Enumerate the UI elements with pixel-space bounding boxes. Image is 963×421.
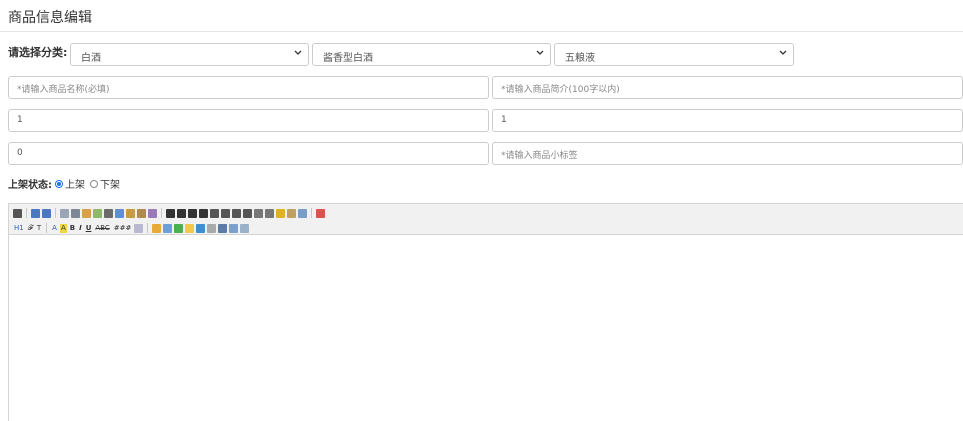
toolbar-separator <box>147 223 149 233</box>
title-divider <box>0 31 963 32</box>
status-option-off[interactable]: 下架 <box>90 176 120 191</box>
align-center-icon[interactable] <box>177 208 186 218</box>
toolbar-separator <box>311 208 312 218</box>
paste-icon[interactable] <box>126 208 135 218</box>
chevron-down-icon <box>294 50 302 55</box>
status-off-label: 下架 <box>100 180 120 191</box>
unordered-list-icon[interactable] <box>221 208 230 218</box>
listing-status-label: 上架状态: <box>8 180 52 191</box>
ordered-list-icon[interactable] <box>210 208 219 218</box>
toolbar-row-2: H1 𝓕 T A A B I U ABC ### <box>13 222 963 234</box>
code-icon[interactable] <box>93 208 102 218</box>
grid-button[interactable]: ### <box>113 224 133 233</box>
font-size-button[interactable]: T <box>36 224 42 233</box>
source-icon[interactable] <box>13 208 22 218</box>
chevron-down-icon <box>779 50 787 55</box>
fullscreen-icon[interactable] <box>316 208 325 218</box>
toolbar-separator <box>46 223 48 233</box>
image-icon[interactable] <box>152 223 162 233</box>
cursor-icon[interactable] <box>298 208 307 218</box>
bold-button[interactable]: B <box>69 224 76 233</box>
chevron-down-icon <box>536 50 544 55</box>
product-name-input[interactable]: *请输入商品名称(必填) <box>8 76 489 99</box>
font-color-button[interactable]: A <box>51 224 58 233</box>
category-label: 请选择分类: <box>8 46 68 59</box>
category-select-level3-value: 五粮液 <box>565 53 595 64</box>
anchor-icon[interactable] <box>218 223 228 233</box>
preview-icon[interactable] <box>60 208 69 218</box>
paste-text-icon[interactable] <box>137 208 146 218</box>
listing-status-row: 上架状态: 上架 下架 <box>8 176 125 191</box>
category-select-level1[interactable]: 白酒 <box>70 43 309 66</box>
category-select-level1-value: 白酒 <box>81 53 101 64</box>
align-right-icon[interactable] <box>188 208 197 218</box>
product-tag-input[interactable]: *请输入商品小标签 <box>492 142 963 165</box>
radio-selected-icon[interactable] <box>55 179 63 188</box>
product-field-a-input[interactable]: 1 <box>8 109 489 132</box>
editor-content-area[interactable] <box>9 235 963 421</box>
align-justify-icon[interactable] <box>199 208 208 218</box>
undo-icon[interactable] <box>31 208 40 218</box>
superscript-icon[interactable] <box>265 208 274 218</box>
category-select-level2-value: 酱香型白酒 <box>323 53 373 64</box>
horizontal-rule-icon[interactable] <box>207 223 217 233</box>
emoji-icon[interactable] <box>185 223 195 233</box>
product-intro-input[interactable]: *请输入商品简介(100字以内) <box>492 76 963 99</box>
category-select-level2[interactable]: 酱香型白酒 <box>312 43 551 66</box>
editor-toolbar: H1 𝓕 T A A B I U ABC ### <box>9 204 963 235</box>
table-icon[interactable] <box>163 223 173 233</box>
outdent-icon[interactable] <box>243 208 252 218</box>
status-option-on[interactable]: 上架 <box>55 176 85 191</box>
eraser-icon[interactable] <box>134 223 144 233</box>
category-select-level3[interactable]: 五粮液 <box>554 43 794 66</box>
flash-icon[interactable] <box>174 223 184 233</box>
select-all-icon[interactable] <box>287 208 296 218</box>
link-icon[interactable] <box>229 223 239 233</box>
subscript-icon[interactable] <box>254 208 263 218</box>
radio-unselected-icon[interactable] <box>90 179 98 188</box>
redo-icon[interactable] <box>42 208 51 218</box>
media-icon[interactable] <box>196 223 206 233</box>
unlink-icon[interactable] <box>240 223 250 233</box>
clear-format-icon[interactable] <box>276 208 285 218</box>
copy-icon[interactable] <box>115 208 124 218</box>
paste-word-icon[interactable] <box>148 208 157 218</box>
font-family-button[interactable]: 𝓕 <box>27 224 34 233</box>
cut-icon[interactable] <box>104 208 113 218</box>
toolbar-row-1 <box>13 207 963 219</box>
align-left-icon[interactable] <box>166 208 175 218</box>
page-title: 商品信息编辑 <box>8 10 92 26</box>
rich-text-editor: H1 𝓕 T A A B I U ABC ### <box>8 203 963 421</box>
template-icon[interactable] <box>82 208 91 218</box>
italic-button[interactable]: I <box>78 224 83 233</box>
product-field-c-input[interactable]: 0 <box>8 142 489 165</box>
underline-button[interactable]: U <box>85 224 93 233</box>
product-field-b-input[interactable]: 1 <box>492 109 963 132</box>
status-on-label: 上架 <box>65 180 85 191</box>
toolbar-separator <box>55 208 56 218</box>
strikethrough-button[interactable]: ABC <box>94 224 110 233</box>
print-icon[interactable] <box>71 208 80 218</box>
toolbar-separator <box>26 208 27 218</box>
highlight-color-button[interactable]: A <box>59 223 67 233</box>
indent-icon[interactable] <box>232 208 241 218</box>
toolbar-separator <box>161 208 162 218</box>
heading-button[interactable]: H1 <box>13 224 25 233</box>
